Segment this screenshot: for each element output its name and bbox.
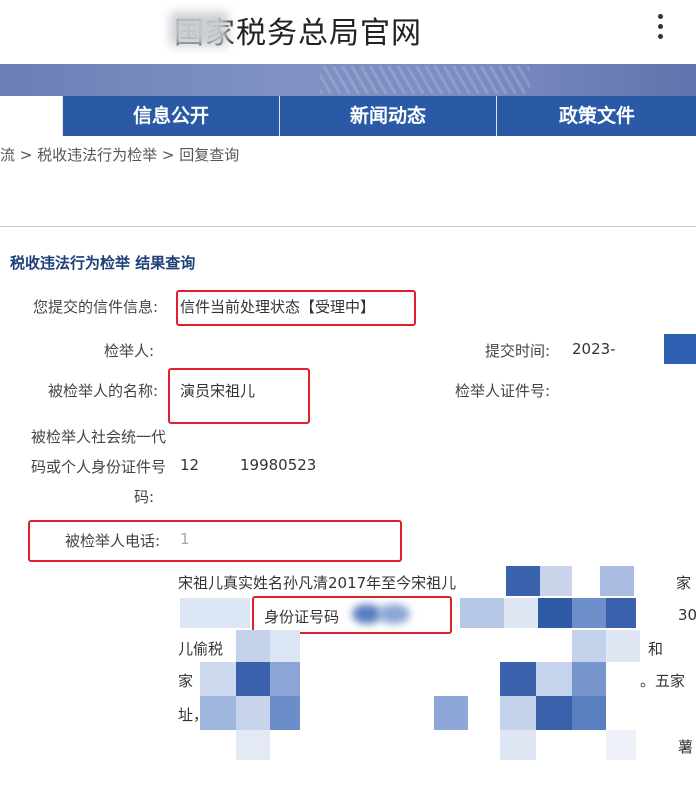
reporter-id-label: 检举人证件号: bbox=[454, 382, 550, 400]
tab-policy-documents[interactable]: 政策文件 bbox=[496, 96, 696, 136]
credit-code-label-line1: 被检举人社会统一代 bbox=[30, 428, 166, 446]
side-scroll-tab[interactable] bbox=[664, 334, 696, 364]
redaction-blur bbox=[170, 12, 228, 46]
reported-name-label: 被检举人的名称: bbox=[47, 382, 158, 400]
reporter-label: 检举人: bbox=[103, 342, 154, 360]
credit-code-prefix: 12 bbox=[180, 456, 200, 474]
content-line1: 宋祖儿真实姓名孙凡清2017年至今宋祖儿 bbox=[178, 574, 457, 592]
nav-spacer bbox=[0, 96, 62, 136]
content-line3: 儿偷税 bbox=[178, 640, 224, 658]
content-line4: 家 bbox=[178, 672, 194, 690]
top-bar: 国家税务总局官网 bbox=[0, 0, 696, 62]
credit-code-birthdate: 19980523 bbox=[240, 456, 317, 474]
credit-code-label-line3: 码: bbox=[133, 488, 154, 506]
content-line2-tail: 30 bbox=[678, 606, 696, 624]
highlight-box-name bbox=[168, 368, 310, 424]
header-banner bbox=[0, 64, 696, 96]
highlight-box-phone bbox=[28, 520, 402, 562]
highlight-box-status bbox=[176, 290, 416, 326]
content-line6-tail: 薯 bbox=[678, 738, 694, 756]
submit-time-value: 2023- bbox=[572, 340, 616, 358]
content-line3-tail: 和 bbox=[648, 640, 664, 658]
submit-time-label: 提交时间: bbox=[484, 342, 550, 360]
letter-info-label: 您提交的信件信息: bbox=[32, 298, 158, 316]
more-vertical-icon[interactable] bbox=[650, 10, 670, 50]
breadcrumb[interactable]: 流 > 税收违法行为检举 > 回复查询 bbox=[0, 144, 239, 165]
credit-code-label-line2: 码或个人身份证件号 bbox=[30, 458, 166, 476]
main-nav: 信息公开 新闻动态 政策文件 bbox=[0, 96, 696, 136]
content-line1-tail: 家 bbox=[676, 574, 692, 592]
section-title: 税收违法行为检举 结果查询 bbox=[10, 254, 196, 272]
content-line4-tail: 。五家 bbox=[640, 672, 686, 690]
banner-decoration bbox=[320, 66, 530, 94]
redaction-blob bbox=[378, 604, 410, 624]
tab-info-disclosure[interactable]: 信息公开 bbox=[62, 96, 279, 136]
divider bbox=[0, 226, 696, 227]
tab-news[interactable]: 新闻动态 bbox=[279, 96, 496, 136]
